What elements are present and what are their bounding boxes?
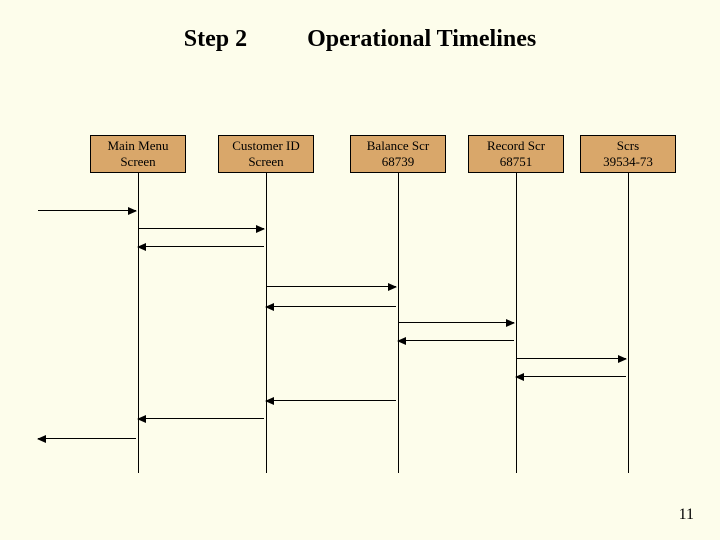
arrow-right-icon: [398, 322, 514, 323]
lifeline: [628, 173, 629, 473]
box-line2: 39534-73: [603, 154, 653, 169]
main-title: Operational Timelines: [307, 26, 536, 53]
box-line2: 68751: [500, 154, 533, 169]
arrow-left-icon: [266, 306, 396, 307]
lifeline: [138, 173, 139, 473]
box-customer-id: Customer ID Screen: [218, 135, 314, 173]
box-line2: Screen: [120, 154, 155, 169]
lifeline: [398, 173, 399, 473]
step-label: Step 2: [184, 26, 247, 53]
arrow-left-icon: [398, 340, 514, 341]
box-line1: Scrs: [617, 138, 639, 153]
box-scrs: Scrs 39534-73: [580, 135, 676, 173]
arrow-left-icon: [138, 246, 264, 247]
arrow-right-icon: [38, 210, 136, 211]
box-balance-scr: Balance Scr 68739: [350, 135, 446, 173]
box-line2: Screen: [248, 154, 283, 169]
box-line1: Main Menu: [107, 138, 168, 153]
box-line2: 68739: [382, 154, 415, 169]
box-line1: Customer ID: [232, 138, 300, 153]
box-line1: Balance Scr: [367, 138, 429, 153]
arrow-left-icon: [138, 418, 264, 419]
arrow-left-icon: [266, 400, 396, 401]
box-main-menu: Main Menu Screen: [90, 135, 186, 173]
arrow-right-icon: [266, 286, 396, 287]
box-record-scr: Record Scr 68751: [468, 135, 564, 173]
arrow-right-icon: [138, 228, 264, 229]
arrow-left-icon: [516, 376, 626, 377]
arrow-left-icon: [38, 438, 136, 439]
lifeline: [266, 173, 267, 473]
lifeline: [516, 173, 517, 473]
box-line1: Record Scr: [487, 138, 545, 153]
diagram-title-row: Step 2 Operational Timelines: [0, 26, 720, 53]
page-number: 11: [679, 506, 694, 524]
arrow-right-icon: [516, 358, 626, 359]
